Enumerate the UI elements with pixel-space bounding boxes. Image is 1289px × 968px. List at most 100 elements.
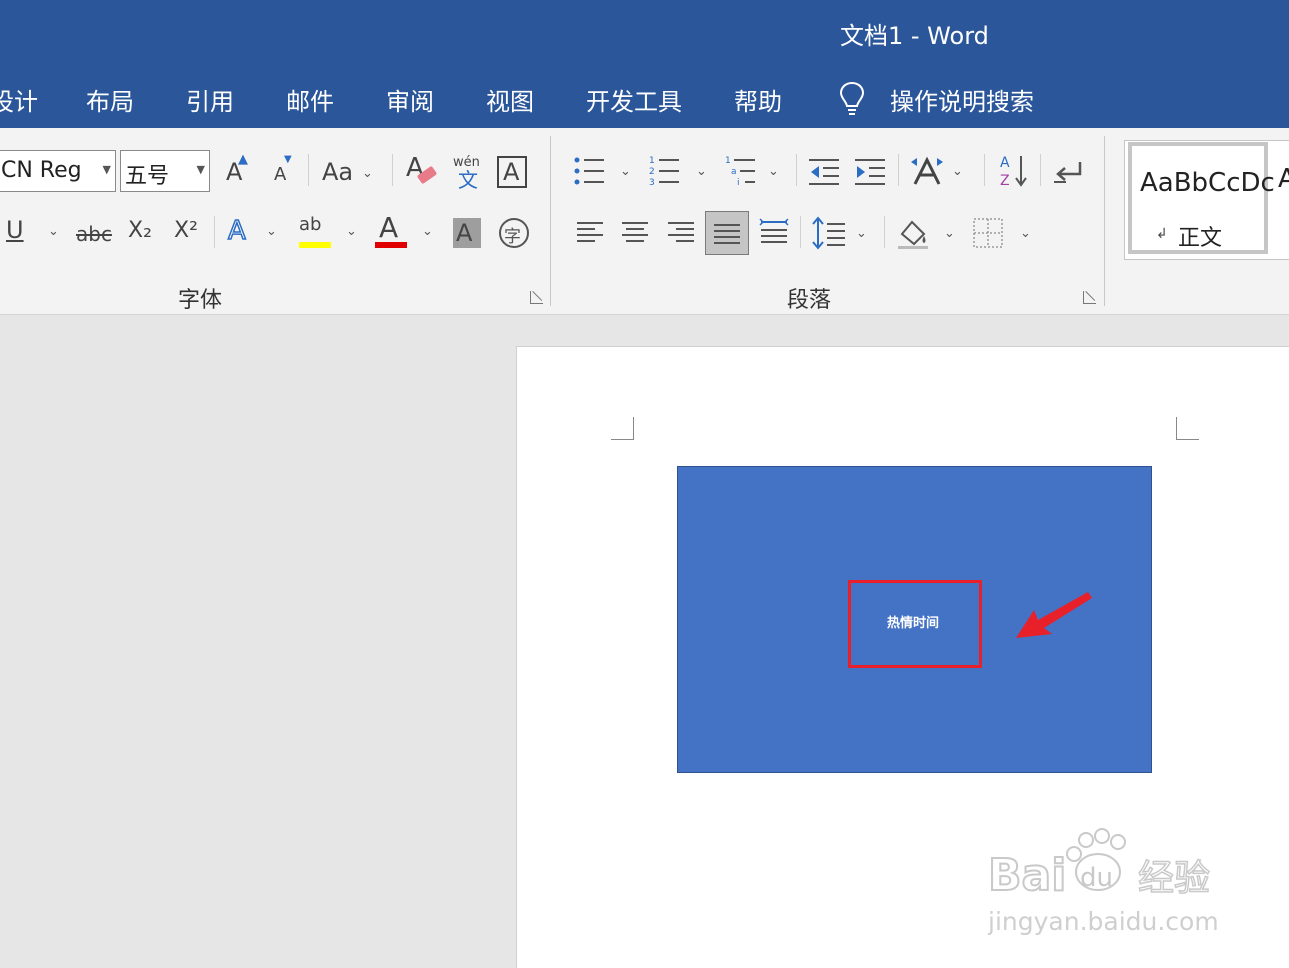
chevron-down-icon: ⌄ — [266, 224, 277, 239]
character-shading-char: A — [456, 219, 473, 247]
svg-text:i: i — [737, 178, 740, 186]
grow-arrow-icon: ▲ — [238, 152, 248, 167]
window-title: 文档1 - Word — [840, 22, 989, 50]
chevron-down-icon: ⌄ — [362, 166, 373, 181]
baidu-jingyan-watermark: Bai du 经验 jingyan.baidu.com — [988, 828, 1219, 936]
paragraph-dialog-launcher-icon[interactable] — [1083, 291, 1096, 304]
character-border-char: A — [503, 158, 520, 186]
tab-developer[interactable]: 开发工具 — [586, 82, 682, 117]
chevron-down-icon: ⌄ — [48, 224, 59, 239]
character-border-button[interactable]: A — [497, 156, 527, 188]
dropdown-caret-icon: ▼ — [196, 163, 205, 176]
style-normal[interactable]: AaBbCcDc ↲ 正文 — [1128, 142, 1275, 254]
change-case-button[interactable]: Aa — [322, 160, 353, 184]
sort-icon[interactable]: A Z — [999, 152, 1029, 188]
justify-button[interactable] — [705, 211, 749, 255]
tab-review[interactable]: 审阅 — [386, 82, 434, 117]
watermark-cn: 经验 — [1138, 858, 1210, 899]
separator — [1040, 154, 1041, 186]
chevron-down-icon: ⌄ — [768, 164, 779, 179]
strikethrough-button[interactable]: abc — [76, 224, 112, 244]
numbering-icon[interactable]: 1 2 3 — [649, 154, 681, 186]
clear-formatting-icon[interactable]: A — [404, 152, 438, 188]
font-name-combo[interactable]: CN Reg ▼ — [0, 150, 116, 192]
line-spacing-icon[interactable] — [812, 216, 846, 250]
chevron-down-icon: ⌄ — [952, 164, 963, 179]
enclose-characters-button[interactable]: 字 — [499, 218, 529, 248]
paragraph-mark-icon: ↲ — [1156, 226, 1168, 242]
watermark-brand-2: du — [1080, 863, 1113, 893]
chevron-down-icon: ⌄ — [422, 224, 433, 239]
crop-mark-top-left — [611, 417, 634, 440]
separator — [898, 154, 899, 186]
chevron-down-icon: ⌄ — [944, 226, 955, 241]
increase-indent-icon[interactable] — [855, 158, 887, 186]
text-direction-icon[interactable] — [909, 154, 945, 188]
distributed-icon[interactable] — [759, 218, 789, 248]
font-color-button[interactable]: A — [379, 214, 398, 242]
title-bar: 文档1 - Word — [0, 0, 1289, 62]
paragraph-group-label: 段落 — [787, 288, 832, 313]
separator — [308, 154, 309, 186]
separator — [800, 216, 801, 248]
tab-help[interactable]: 帮助 — [734, 82, 782, 117]
highlight-button[interactable]: ab — [299, 216, 321, 234]
subscript-button[interactable]: X₂ — [128, 220, 152, 242]
crop-mark-top-right — [1176, 417, 1199, 440]
group-separator — [1104, 136, 1105, 306]
text-effects-button[interactable]: A — [227, 217, 246, 245]
chevron-down-icon: ⌄ — [1020, 226, 1031, 241]
tab-design[interactable]: 设计 — [0, 82, 38, 117]
underline-button[interactable]: U — [6, 218, 24, 242]
bullets-icon[interactable] — [574, 156, 606, 186]
tab-layout[interactable]: 布局 — [86, 82, 134, 117]
font-size-combo[interactable]: 五号 ▼ — [120, 150, 210, 192]
font-name-value: CN Reg — [1, 158, 82, 183]
multilevel-list-icon[interactable]: 1 a i — [725, 154, 757, 186]
decrease-indent-icon[interactable] — [809, 158, 841, 186]
svg-text:1: 1 — [725, 156, 731, 166]
separator — [214, 216, 215, 248]
style-sample-text: AaBbCcDc — [1140, 168, 1275, 198]
watermark-site: jingyan.baidu.com — [988, 907, 1219, 936]
style-next-sample[interactable]: A — [1278, 164, 1289, 194]
font-dialog-launcher-icon[interactable] — [530, 291, 543, 304]
separator — [884, 216, 885, 248]
svg-text:A: A — [1000, 155, 1010, 171]
ribbon: CN Reg ▼ 五号 ▼ A ▲ A ▼ Aa ⌄ A wén 文 A U ⌄… — [0, 128, 1289, 315]
svg-text:1: 1 — [649, 156, 655, 166]
align-left-icon[interactable] — [577, 222, 603, 246]
align-center-icon[interactable] — [622, 222, 648, 246]
annotation-arrow-icon — [1016, 592, 1092, 638]
svg-text:Z: Z — [1000, 173, 1010, 188]
borders-icon[interactable] — [973, 218, 1003, 248]
tab-mailings[interactable]: 邮件 — [286, 82, 334, 117]
enclose-characters-char: 字 — [504, 227, 521, 247]
tab-view[interactable]: 视图 — [486, 82, 534, 117]
superscript-button[interactable]: X² — [174, 220, 198, 242]
character-shading-button[interactable]: A — [453, 218, 481, 248]
show-formatting-marks-icon[interactable] — [1052, 158, 1084, 188]
font-size-value: 五号 — [125, 164, 170, 189]
ribbon-tab-bar: 设计 布局 引用 邮件 审阅 视图 开发工具 帮助 操作说明搜索 — [0, 62, 1289, 128]
align-right-icon[interactable] — [668, 222, 694, 246]
font-color-bar — [375, 242, 407, 248]
svg-text:a: a — [731, 167, 737, 177]
highlight-color-bar — [299, 242, 331, 248]
chevron-down-icon: ⌄ — [696, 164, 707, 179]
shading-bucket-icon[interactable] — [896, 216, 930, 250]
chevron-down-icon: ⌄ — [346, 224, 357, 239]
chevron-down-icon: ⌄ — [856, 226, 867, 241]
annotation-highlight-box — [848, 580, 982, 668]
phonetic-guide-char[interactable]: 文 — [458, 170, 478, 190]
font-group-label: 字体 — [178, 288, 223, 313]
tell-me-search[interactable]: 操作说明搜索 — [890, 82, 1034, 117]
lightbulb-icon[interactable] — [838, 80, 866, 118]
justify-icon — [714, 224, 740, 248]
watermark-brand: Bai — [988, 850, 1066, 901]
dropdown-caret-icon: ▼ — [102, 163, 111, 176]
tab-references[interactable]: 引用 — [186, 82, 234, 117]
svg-text:3: 3 — [649, 178, 655, 186]
shrink-font-button[interactable]: A — [274, 166, 286, 184]
chevron-down-icon: ⌄ — [620, 164, 631, 179]
